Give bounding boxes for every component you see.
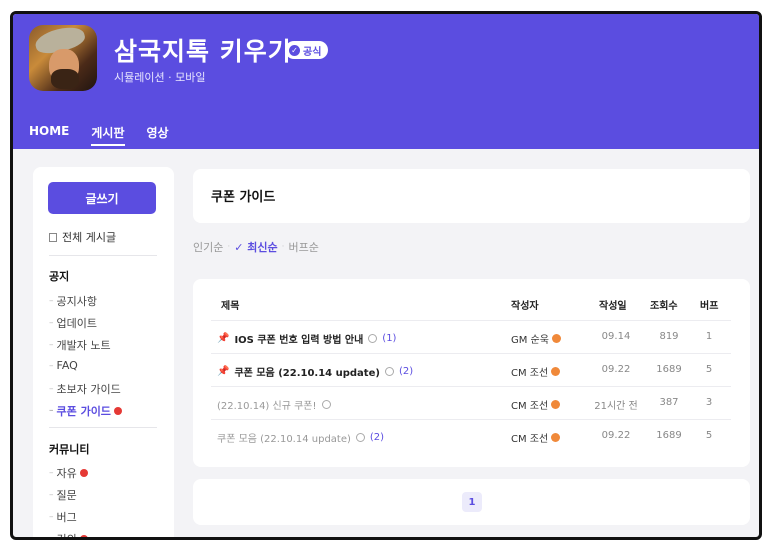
pin-icon: 📌 <box>217 333 230 344</box>
sidebar-item-bug[interactable]: – 버그 <box>49 509 77 525</box>
sort-latest[interactable]: ✓ 최신순 <box>234 239 277 255</box>
nav-board[interactable]: 게시판 <box>91 124 125 146</box>
game-title: 삼국지톡 키우기 <box>114 37 292 66</box>
table-row[interactable]: (22.10.14) 신규 쿠폰! CM 조선 21시간 전 387 3 <box>211 387 731 419</box>
view-icon <box>384 367 394 376</box>
new-dot-icon <box>79 535 88 537</box>
nav-video[interactable]: 영상 <box>147 124 169 146</box>
sidebar: 글쓰기 전체 게시글 공지 – 공지사항 – 업데이트 – 개발자 노트 – FAQ –… <box>33 167 174 537</box>
column-date: 작성일 <box>599 301 627 312</box>
level-icon <box>551 367 561 376</box>
sort-buff[interactable]: 버프순 <box>289 239 319 255</box>
level-icon <box>551 400 561 409</box>
sidebar-item-dev-note[interactable]: – 개발자 노트 <box>49 337 111 353</box>
page-button[interactable]: 1 <box>462 492 482 512</box>
table-row[interactable]: 쿠폰 모음 (22.10.14 update) (2) CM 조선 09.22 1… <box>211 420 731 452</box>
column-title: 제목 <box>221 301 240 312</box>
sort-options: 인기순 · ✓ 최신순 · 버프순 <box>193 239 319 255</box>
document-icon <box>49 232 57 242</box>
view-icon <box>355 433 365 442</box>
game-header: 삼국지톡 키우기 ✓ 공식 시뮬레이션 · 모바일 HOME 게시판 영상 <box>13 14 759 149</box>
sidebar-item-all-posts[interactable]: 전체 게시글 <box>49 229 116 245</box>
board-title-card: 쿠폰 가이드 <box>193 169 750 223</box>
view-icon <box>368 334 378 343</box>
sidebar-item-coupon-guide[interactable]: – 쿠폰 가이드 <box>49 403 122 419</box>
new-dot-icon <box>79 469 88 477</box>
column-buff: 버프 <box>700 301 719 312</box>
sidebar-item-update[interactable]: – 업데이트 <box>49 315 97 331</box>
nav-home[interactable]: HOME <box>29 124 69 146</box>
new-dot-icon <box>113 407 122 415</box>
check-icon: ✓ <box>234 241 248 254</box>
board-title: 쿠폰 가이드 <box>211 190 276 205</box>
top-nav: HOME 게시판 영상 <box>29 124 169 146</box>
sidebar-item-free[interactable]: – 자유 <box>49 465 88 481</box>
level-icon <box>551 334 561 343</box>
official-badge-label: 공식 <box>303 46 322 58</box>
level-icon <box>551 433 561 442</box>
view-icon <box>321 400 331 409</box>
sidebar-divider <box>49 255 157 256</box>
table-row[interactable]: 📌 쿠폰 모음 (22.10.14 update) (2) CM 조선 09.22 … <box>211 354 731 386</box>
sidebar-divider <box>49 427 157 428</box>
app-frame: 삼국지톡 키우기 ✓ 공식 시뮬레이션 · 모바일 HOME 게시판 영상 글쓰… <box>10 11 762 540</box>
check-icon: ✓ <box>289 44 300 56</box>
sort-popular[interactable]: 인기순 <box>193 239 223 255</box>
sidebar-item-notice[interactable]: – 공지사항 <box>49 293 97 309</box>
game-subtitle: 시뮬레이션 · 모바일 <box>114 71 206 84</box>
column-views: 조회수 <box>650 301 678 312</box>
sidebar-item-question[interactable]: – 질문 <box>49 487 77 503</box>
sidebar-item-label: 전체 게시글 <box>62 231 117 244</box>
column-author: 작성자 <box>511 301 539 312</box>
pin-icon: 📌 <box>217 366 230 377</box>
game-logo <box>29 25 97 91</box>
sidebar-item-suggestion[interactable]: – 건의 <box>49 531 88 537</box>
sidebar-item-beginner-guide[interactable]: – 초보자 가이드 <box>49 381 121 397</box>
sidebar-section-community: 커뮤니티 <box>49 443 90 456</box>
sidebar-item-faq[interactable]: – FAQ <box>49 359 78 372</box>
table-row[interactable]: 📌 IOS 쿠폰 번호 입력 방법 안내 (1) GM 순욱 09.14 819 1 <box>211 321 731 353</box>
official-badge: ✓ 공식 <box>285 41 329 59</box>
write-button[interactable]: 글쓰기 <box>48 182 156 214</box>
sidebar-section-notice: 공지 <box>49 270 70 283</box>
